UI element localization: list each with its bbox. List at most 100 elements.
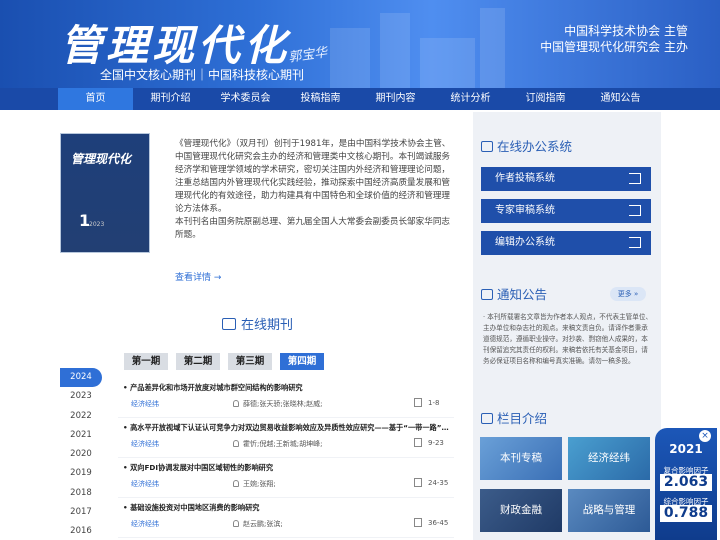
document-icon bbox=[481, 413, 493, 424]
nav-item-journal-content[interactable]: 期刊内容 bbox=[358, 88, 433, 110]
author-submission-label: 作者投稿系统 bbox=[495, 173, 555, 184]
megaphone-icon bbox=[481, 289, 493, 300]
tab-issue-2[interactable]: 第二期 bbox=[176, 353, 220, 370]
article-authors-text: 赵云鹏;张滨; bbox=[243, 520, 283, 528]
article-authors-text: 王婉;张翔; bbox=[243, 480, 276, 488]
nav-item-journal-intro[interactable]: 期刊介绍 bbox=[133, 88, 208, 110]
year-item[interactable]: 2016 bbox=[60, 522, 102, 540]
comprehensive-impact-value: 0.788 bbox=[660, 505, 712, 522]
editor-office-button[interactable]: 编辑办公系统 bbox=[481, 231, 651, 255]
article-title[interactable]: 高水平开放视域下认证认可竞争力对双边贸易收益影响效应及异质性效应研究——基于“一… bbox=[123, 423, 451, 433]
year-item[interactable]: 2018 bbox=[60, 484, 102, 503]
article-authors: 霍忻;倪越;王新城;胡坤峰; bbox=[233, 439, 322, 449]
intro-paragraph: 《管理现代化》（双月刊）创刊于1981年，是由中国科学技术协会主管、中国管理现代… bbox=[175, 139, 451, 214]
article-authors-text: 薛德;张天骄;张晓林;赵威; bbox=[243, 400, 323, 408]
online-journal-heading: 在线期刊 bbox=[222, 314, 293, 333]
year-item[interactable]: 2021 bbox=[60, 426, 102, 445]
right-sidebar: 在线办公系统 作者投稿系统 专家审稿系统 编辑办公系统 通知公告 更多 » · … bbox=[473, 112, 661, 540]
supervisor-org: 中国科学技术协会 主管 bbox=[564, 24, 688, 38]
columns-heading: 栏目介绍 bbox=[481, 408, 547, 427]
online-journal-title: 在线期刊 bbox=[241, 318, 294, 333]
article-pages: 24-35 bbox=[428, 479, 449, 487]
year-item[interactable]: 2023 bbox=[60, 387, 102, 406]
banner-building bbox=[380, 13, 410, 88]
article-row: 双向FDI协调发展对中国区域韧性的影响研究 经济经纬 王婉;张翔; 24-35 bbox=[118, 458, 454, 498]
book-icon bbox=[222, 318, 236, 330]
article-list: 产品差异化和市场开放度对城市群空间结构的影响研究 经济经纬 薛德;张天骄;张晓林… bbox=[118, 378, 454, 538]
login-icon bbox=[629, 237, 641, 248]
article-authors: 薛德;张天骄;张晓林;赵威; bbox=[233, 399, 322, 409]
column-card[interactable]: 战略与管理 bbox=[568, 489, 650, 532]
nav-item-submission-guide[interactable]: 投稿指南 bbox=[283, 88, 358, 110]
nav-item-home[interactable]: 首页 bbox=[58, 88, 133, 110]
login-icon bbox=[629, 205, 641, 216]
article-pages: 9-23 bbox=[428, 439, 444, 447]
view-details-link[interactable]: 查看详情 → bbox=[175, 270, 221, 283]
nav-item-academic-committee[interactable]: 学术委员会 bbox=[208, 88, 283, 110]
user-icon bbox=[233, 520, 239, 527]
article-category[interactable]: 经济经纬 bbox=[131, 399, 159, 409]
main-nav: 首页 期刊介绍 学术委员会 投稿指南 期刊内容 统计分析 订阅指南 通知公告 bbox=[0, 88, 720, 110]
editor-office-label: 编辑办公系统 bbox=[495, 237, 555, 248]
journal-logo-title: 管理现代化 bbox=[60, 21, 291, 70]
impact-factor-badge[interactable]: × 2021 复合影响因子 2.063 综合影响因子 0.788 bbox=[655, 428, 717, 540]
close-icon[interactable]: × bbox=[699, 430, 711, 442]
nav-item-statistics[interactable]: 统计分析 bbox=[433, 88, 508, 110]
journal-subtitle: 全国中文核心期刊｜中国科技核心期刊 bbox=[100, 68, 305, 82]
article-authors: 王婉;张翔; bbox=[233, 479, 276, 489]
column-card[interactable]: 经济经纬 bbox=[568, 437, 650, 480]
chart-icon bbox=[481, 141, 493, 152]
article-pages: 1-8 bbox=[428, 399, 440, 407]
columns-title: 栏目介绍 bbox=[497, 411, 548, 426]
expert-review-button[interactable]: 专家审稿系统 bbox=[481, 199, 651, 223]
journal-cover[interactable]: 管理现代化 1 2023 bbox=[60, 133, 150, 253]
cover-year: 2023 bbox=[89, 221, 105, 228]
office-system-heading: 在线办公系统 bbox=[481, 136, 572, 155]
article-category[interactable]: 经济经纬 bbox=[131, 439, 159, 449]
article-category[interactable]: 经济经纬 bbox=[131, 519, 159, 529]
year-item[interactable]: 2024 bbox=[60, 368, 102, 388]
issue-tabs: 第一期 第二期 第三期 第四期 bbox=[124, 353, 324, 370]
year-item[interactable]: 2017 bbox=[60, 503, 102, 522]
nav-item-subscription[interactable]: 订阅指南 bbox=[508, 88, 583, 110]
intro-paragraph: 本刊刊名由国务院原副总理、第九届全国人大常委会副委员长邹家华同志所题。 bbox=[175, 217, 451, 240]
journal-intro: 《管理现代化》（双月刊）创刊于1981年，是由中国科学技术协会主管、中国管理现代… bbox=[175, 138, 457, 242]
expert-review-label: 专家审稿系统 bbox=[495, 205, 555, 216]
year-item[interactable]: 2019 bbox=[60, 464, 102, 483]
banner-building bbox=[480, 8, 505, 88]
tab-issue-4[interactable]: 第四期 bbox=[280, 353, 324, 370]
article-row: 基础设施投资对中国地区消费的影响研究 经济经纬 赵云鹏;张滨; 36-45 bbox=[118, 498, 454, 538]
pdf-icon[interactable] bbox=[414, 478, 422, 487]
header-banner: 管理现代化 郭宝华 全国中文核心期刊｜中国科技核心期刊 中国科学技术协会 主管 … bbox=[0, 0, 720, 88]
article-pages: 36-45 bbox=[428, 519, 449, 527]
year-item[interactable]: 2022 bbox=[60, 407, 102, 426]
article-authors: 赵云鹏;张滨; bbox=[233, 519, 283, 529]
column-card[interactable]: 本刊专稿 bbox=[480, 437, 562, 480]
tab-issue-3[interactable]: 第三期 bbox=[228, 353, 272, 370]
article-row: 产品差异化和市场开放度对城市群空间结构的影响研究 经济经纬 薛德;张天骄;张晓林… bbox=[118, 378, 454, 418]
article-title[interactable]: 基础设施投资对中国地区消费的影响研究 bbox=[123, 503, 451, 513]
pdf-icon[interactable] bbox=[414, 438, 422, 447]
office-system-title: 在线办公系统 bbox=[497, 139, 573, 154]
banner-building bbox=[420, 38, 475, 88]
article-title[interactable]: 产品差异化和市场开放度对城市群空间结构的影响研究 bbox=[123, 383, 451, 393]
login-icon bbox=[629, 173, 641, 184]
article-title[interactable]: 双向FDI协调发展对中国区域韧性的影响研究 bbox=[123, 463, 451, 473]
article-authors-text: 霍忻;倪越;王新城;胡坤峰; bbox=[243, 440, 323, 448]
article-category[interactable]: 经济经纬 bbox=[131, 479, 159, 489]
year-list: 2024 2023 2022 2021 2020 2019 2018 2017 … bbox=[60, 368, 102, 540]
notice-heading: 通知公告 bbox=[481, 284, 547, 303]
sponsor-org: 中国管理现代化研究会 主办 bbox=[540, 40, 688, 54]
pdf-icon[interactable] bbox=[414, 398, 422, 407]
column-card[interactable]: 财政金融 bbox=[480, 489, 562, 532]
pdf-icon[interactable] bbox=[414, 518, 422, 527]
user-icon bbox=[233, 400, 239, 407]
notice-more-button[interactable]: 更多 » bbox=[610, 287, 646, 301]
notice-title: 通知公告 bbox=[497, 287, 548, 302]
composite-impact-value: 2.063 bbox=[660, 474, 712, 491]
nav-item-notices[interactable]: 通知公告 bbox=[583, 88, 658, 110]
author-submission-button[interactable]: 作者投稿系统 bbox=[481, 167, 651, 191]
user-icon bbox=[233, 480, 239, 487]
tab-issue-1[interactable]: 第一期 bbox=[124, 353, 168, 370]
year-item[interactable]: 2020 bbox=[60, 445, 102, 464]
